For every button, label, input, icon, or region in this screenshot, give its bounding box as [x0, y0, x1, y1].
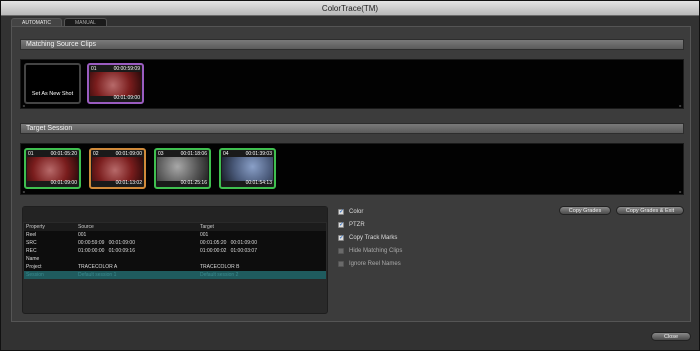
scroll-right-icon[interactable]: ▸: [678, 103, 683, 108]
cell-target: TRACECOLOR B: [198, 263, 326, 271]
table-row[interactable]: Reel 001 001: [24, 231, 326, 239]
table-row[interactable]: SRC 00:00:59:09 00:01:09:00 00:01:05:20 …: [24, 239, 326, 247]
option-ptzr[interactable]: ✓ PTZR: [338, 218, 402, 231]
table-row[interactable]: Name: [24, 255, 326, 263]
cell-property: SRC: [24, 239, 76, 247]
clip-tc-out: 00:01:54:13: [245, 180, 272, 186]
checkbox-checked-icon[interactable]: ✓: [338, 221, 344, 228]
option-label: PTZR: [349, 221, 365, 228]
colortrace-window: ColorTrace(TM) AUTOMATIC MANUAL Matching…: [0, 0, 700, 351]
checkbox-checked-icon[interactable]: ✓: [338, 208, 344, 215]
column-header-source: Source: [76, 223, 198, 231]
cell-source: [76, 255, 198, 263]
options-group: ✓ Color ✓ PTZR ✓ Copy Track Marks Hide M…: [338, 205, 402, 270]
option-copy-track-marks[interactable]: ✓ Copy Track Marks: [338, 231, 402, 244]
set-as-new-shot-tile[interactable]: Set As New Shot: [24, 63, 81, 104]
table-row[interactable]: Project TRACECOLOR A TRACECOLOR B: [24, 263, 326, 271]
cell-source: 00:00:59:09 00:01:09:00: [76, 239, 198, 247]
cell-target: 01:00:00:02 01:00:03:07: [198, 247, 326, 255]
cell-target: 001: [198, 231, 326, 239]
checkbox-unchecked-icon[interactable]: [338, 260, 344, 267]
cell-target: Default session 2: [198, 271, 326, 279]
checkbox-unchecked-icon[interactable]: [338, 247, 344, 254]
clip-thumbnail: [222, 157, 273, 181]
checkbox-checked-icon[interactable]: ✓: [338, 234, 344, 241]
clip-tc-out: 00:01:13:02: [115, 180, 142, 186]
clip-tc-out: 00:01:25:16: [180, 180, 207, 186]
clip-tc-out: 00:01:09:00: [113, 95, 140, 101]
matching-source-header: Matching Source Clips: [20, 39, 684, 50]
cell-source: 001: [76, 231, 198, 239]
table-row-selected[interactable]: Session Default session 1 Default sessio…: [24, 271, 326, 279]
scroll-left-icon[interactable]: ◂: [21, 103, 26, 108]
copy-grades-exit-button[interactable]: Copy Grades & Exit: [616, 206, 684, 215]
option-ignore-reel-names[interactable]: Ignore Reel Names: [338, 257, 402, 270]
cell-property: Name: [24, 255, 76, 263]
table-row[interactable]: REC 01:00:00:00 01:00:09:16 01:00:00:02 …: [24, 247, 326, 255]
properties-table: Property Source Target Reel 001 001 SRC …: [24, 223, 326, 279]
target-clip-02[interactable]: 02 00:01:09:00 00:01:13:02: [89, 148, 146, 189]
target-clip-04[interactable]: 04 00:01:39:03 00:01:54:13: [219, 148, 276, 189]
cell-property: Session: [24, 271, 76, 279]
clip-thumbnail: [27, 157, 78, 181]
cell-target: [198, 255, 326, 263]
column-header-target: Target: [198, 223, 326, 231]
cell-property: Reel: [24, 231, 76, 239]
set-as-new-shot-label: Set As New Shot: [31, 91, 74, 97]
close-button[interactable]: Close: [651, 332, 691, 341]
clip-thumbnail: [90, 72, 141, 96]
cell-property: Project: [24, 263, 76, 271]
target-clip-01[interactable]: 01 00:01:05:20 00:01:09:00: [24, 148, 81, 189]
clip-thumbnail: [92, 157, 143, 181]
copy-grades-button[interactable]: Copy Grades: [559, 206, 611, 215]
cell-property: REC: [24, 247, 76, 255]
option-label: Color: [349, 208, 364, 215]
scroll-left-icon[interactable]: ◂: [21, 189, 26, 194]
automatic-panel: Matching Source Clips Set As New Shot 01…: [11, 26, 691, 322]
option-label: Copy Track Marks: [349, 234, 398, 241]
option-label: Ignore Reel Names: [349, 260, 401, 267]
target-session-header: Target Session: [20, 123, 684, 134]
option-color[interactable]: ✓ Color: [338, 205, 402, 218]
target-clips-strip[interactable]: 01 00:01:05:20 00:01:09:00 02 00:01:09:0…: [20, 143, 684, 195]
scroll-right-icon[interactable]: ▸: [678, 189, 683, 194]
option-hide-matching-clips[interactable]: Hide Matching Clips: [338, 244, 402, 257]
target-clip-03[interactable]: 03 00:01:18:06 00:01:25:16: [154, 148, 211, 189]
cell-source: TRACECOLOR A: [76, 263, 198, 271]
properties-header-band: [23, 207, 327, 222]
window-title: ColorTrace(TM): [1, 1, 699, 16]
matching-clip-01[interactable]: 01 00:00:59:09 00:01:09:00: [87, 63, 144, 104]
clip-thumbnail: [157, 157, 208, 181]
column-header-property: Property: [24, 223, 76, 231]
option-label: Hide Matching Clips: [349, 247, 403, 254]
cell-source: 01:00:00:00 01:00:09:16: [76, 247, 198, 255]
matching-clips-strip[interactable]: Set As New Shot 01 00:00:59:09 00:01:09:…: [20, 59, 684, 109]
cell-source: Default session 1: [76, 271, 198, 279]
clip-tc-out: 00:01:09:00: [50, 180, 77, 186]
properties-panel: Property Source Target Reel 001 001 SRC …: [22, 206, 328, 314]
cell-target: 00:01:05:20 00:01:09:00: [198, 239, 326, 247]
